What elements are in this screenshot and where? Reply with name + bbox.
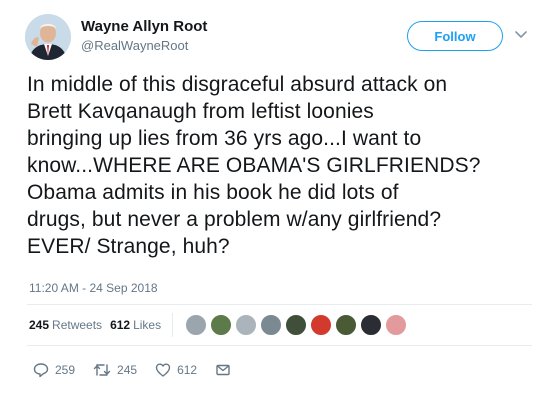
liker-avatar[interactable] [385, 314, 408, 336]
like-button[interactable]: 612 [155, 362, 197, 378]
liker-avatar[interactable] [360, 314, 383, 336]
likes-stat[interactable]: 612 Likes [110, 318, 161, 332]
liker-avatars [185, 314, 410, 336]
liker-avatar[interactable] [335, 314, 358, 336]
liker-avatar[interactable] [210, 314, 233, 336]
retweets-count: 245 [29, 318, 50, 332]
author-handle[interactable]: @RealWayneRoot [81, 38, 188, 53]
author-avatar[interactable] [25, 14, 71, 60]
reply-button[interactable]: 259 [33, 362, 75, 378]
reply-icon [33, 363, 49, 378]
divider [27, 345, 532, 346]
direct-message-button[interactable] [215, 362, 237, 378]
follow-button[interactable]: Follow [407, 21, 503, 51]
tweet-timestamp[interactable]: 11:20 AM - 24 Sep 2018 [29, 281, 158, 295]
heart-icon [155, 363, 171, 377]
tweet-actions: 259 245 612 [33, 360, 255, 380]
divider [27, 304, 532, 305]
likes-label: Likes [133, 318, 162, 332]
liker-avatar[interactable] [235, 314, 258, 336]
envelope-icon [216, 364, 230, 376]
avatar-photo [25, 14, 71, 60]
liker-avatar[interactable] [310, 314, 333, 336]
tweet-stats: 245 Retweets 612 Likes [29, 313, 410, 337]
chevron-down-icon[interactable] [515, 30, 527, 40]
retweet-icon [93, 364, 111, 376]
stats-separator [172, 313, 174, 337]
reply-count: 259 [55, 363, 76, 377]
tweet-text: In middle of this disgraceful absurd att… [27, 73, 481, 258]
retweets-label: Retweets [52, 318, 103, 332]
liker-avatar[interactable] [185, 314, 208, 336]
like-count: 612 [177, 363, 198, 377]
liker-avatar[interactable] [260, 314, 283, 336]
retweet-button[interactable]: 245 [93, 362, 137, 378]
likes-count: 612 [110, 318, 131, 332]
retweets-stat[interactable]: 245 Retweets [29, 318, 102, 332]
retweet-count: 245 [117, 363, 138, 377]
liker-avatar[interactable] [285, 314, 308, 336]
tweet-card: Wayne Allyn Root @RealWayneRoot Follow I… [0, 0, 558, 400]
author-name[interactable]: Wayne Allyn Root [81, 18, 207, 35]
